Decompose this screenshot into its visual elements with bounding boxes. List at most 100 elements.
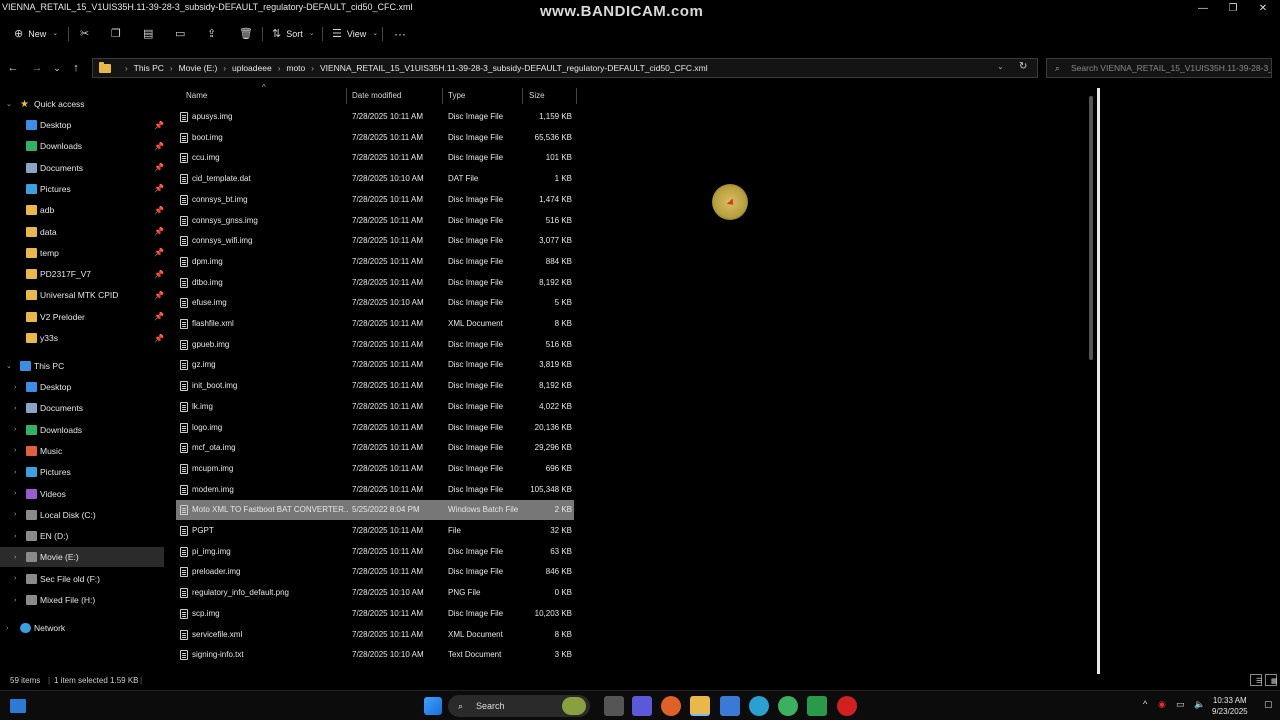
network-tray-icon[interactable]: ▭ xyxy=(1176,699,1185,710)
table-row[interactable]: boot.img 7/28/2025 10:11 AM Disc Image Fil… xyxy=(176,128,574,148)
sidebar-item-pc-0[interactable]: › Desktop xyxy=(0,377,164,397)
view-button[interactable]: ☰ View ⌄ xyxy=(332,25,378,43)
table-row[interactable]: Moto XML TO Fastboot BAT CONVERTER.... 5/… xyxy=(176,500,574,521)
clock[interactable]: 10:33 AM 9/23/2025 xyxy=(1212,695,1248,717)
sidebar-item-qa-0[interactable]: Desktop 📌 xyxy=(0,115,164,135)
chevron-right-icon[interactable]: › xyxy=(14,426,16,433)
table-row[interactable]: connsys_bt.img 7/28/2025 10:11 AM Disc Ima… xyxy=(176,190,574,210)
app-icon[interactable] xyxy=(807,696,827,716)
sidebar-item-pc-1[interactable]: › Documents xyxy=(0,398,164,418)
pin-icon[interactable]: 📌 xyxy=(154,142,164,151)
chevron-down-icon[interactable]: ⌄ xyxy=(6,362,12,370)
column-header-name[interactable]: Name xyxy=(186,86,207,106)
table-row[interactable]: gz.img 7/28/2025 10:11 AM Disc Image File 3… xyxy=(176,355,574,375)
table-row[interactable]: scp.img 7/28/2025 10:11 AM Disc Image File… xyxy=(176,604,574,624)
taskbar-search[interactable]: ⌕ Search xyxy=(448,695,590,717)
pin-icon[interactable]: 📌 xyxy=(154,121,164,130)
sidebar-item-qa-3[interactable]: Pictures 📌 xyxy=(0,179,164,199)
chevron-right-icon[interactable]: › xyxy=(14,447,16,454)
sidebar-item-pc-2[interactable]: › Downloads xyxy=(0,420,164,440)
sidebar-item-qa-9[interactable]: V2 Preloder 📌 xyxy=(0,307,164,327)
breadcrumb-uploadeee[interactable]: uploadeee xyxy=(232,63,272,73)
cut-button[interactable]: ✂ xyxy=(80,25,94,43)
details-view-button[interactable]: ☰ xyxy=(1250,674,1262,686)
pin-icon[interactable]: 📌 xyxy=(154,163,164,172)
sidebar-item-pc-4[interactable]: › Pictures xyxy=(0,462,164,482)
pin-icon[interactable]: 📌 xyxy=(154,270,164,279)
minimize-button[interactable]: — xyxy=(1188,2,1218,16)
windows-start-icon[interactable] xyxy=(424,697,442,715)
table-row[interactable]: connsys_wifi.img 7/28/2025 10:11 AM Disc I… xyxy=(176,231,574,251)
pin-icon[interactable]: 📌 xyxy=(154,184,164,193)
chevron-right-icon[interactable]: › xyxy=(14,533,16,540)
chevron-right-icon[interactable]: › xyxy=(14,384,16,391)
column-divider[interactable] xyxy=(442,88,443,104)
back-button[interactable]: ← xyxy=(4,59,22,77)
breadcrumb-this-pc[interactable]: This PC xyxy=(134,63,164,73)
nav-quick-access[interactable]: ⌄ ★ Quick access xyxy=(0,94,164,114)
share-button[interactable]: ⇪ xyxy=(207,25,221,43)
sidebar-item-qa-4[interactable]: adb 📌 xyxy=(0,200,164,220)
column-divider[interactable] xyxy=(346,88,347,104)
sidebar-item-pc-10[interactable]: › Mixed File (H:) xyxy=(0,590,164,610)
sidebar-item-pc-6[interactable]: › Local Disk (C:) xyxy=(0,505,164,525)
widgets-icon[interactable] xyxy=(10,699,26,713)
sidebar-item-pc-3[interactable]: › Music xyxy=(0,441,164,461)
breadcrumb-moto[interactable]: moto xyxy=(286,63,305,73)
column-header-date-modified[interactable]: Date modified xyxy=(352,86,401,106)
sidebar-item-qa-8[interactable]: Universal MTK CPID 📌 xyxy=(0,285,164,305)
tiles-view-button[interactable]: ▦ xyxy=(1265,674,1278,686)
table-row[interactable]: regulatory_info_default.png 7/28/2025 10:… xyxy=(176,583,574,603)
chevron-up-icon[interactable]: ^ xyxy=(1143,699,1147,709)
up-button[interactable]: ↑ xyxy=(67,59,85,77)
sidebar-item-qa-2[interactable]: Documents 📌 xyxy=(0,158,164,178)
chevron-right-icon[interactable]: › xyxy=(14,575,16,582)
volume-icon[interactable]: 🔈 xyxy=(1194,699,1205,710)
table-row[interactable]: servicefile.xml 7/28/2025 10:11 AM XML Doc… xyxy=(176,625,574,645)
delete-button[interactable]: 🗑 xyxy=(239,25,258,43)
sidebar-item-pc-5[interactable]: › Videos xyxy=(0,484,164,504)
table-row[interactable]: PGPT 7/28/2025 10:11 AM File 32 KB xyxy=(176,521,574,541)
nav-this-pc[interactable]: ⌄ This PC xyxy=(0,356,164,376)
preview-pane-divider[interactable] xyxy=(1097,88,1100,674)
breadcrumb-current-folder[interactable]: VIENNA_RETAIL_15_V1UIS35H.11-39-28-3_sub… xyxy=(320,63,708,73)
table-row[interactable]: cid_template.dat 7/28/2025 10:10 AM DAT Fi… xyxy=(176,169,574,189)
pin-icon[interactable]: 📌 xyxy=(154,227,164,236)
table-row[interactable]: apusys.img 7/28/2025 10:11 AM Disc Image F… xyxy=(176,107,574,127)
chevron-right-icon[interactable]: › xyxy=(14,405,16,412)
file-explorer-icon[interactable] xyxy=(690,696,710,716)
chevron-down-icon[interactable]: ⌄ xyxy=(6,100,12,108)
table-row[interactable]: efuse.img 7/28/2025 10:10 AM Disc Image Fi… xyxy=(176,293,574,313)
sidebar-item-qa-1[interactable]: Downloads 📌 xyxy=(0,136,164,156)
sidebar-item-qa-6[interactable]: temp 📌 xyxy=(0,243,164,263)
chevron-right-icon[interactable]: › xyxy=(14,511,16,518)
sidebar-item-qa-5[interactable]: data 📌 xyxy=(0,222,164,242)
table-row[interactable]: ccu.img 7/28/2025 10:11 AM Disc Image File… xyxy=(176,148,574,168)
vertical-scrollbar[interactable] xyxy=(1089,96,1093,360)
table-row[interactable]: flashfile.xml 7/28/2025 10:11 AM XML Docum… xyxy=(176,314,574,334)
address-dropdown-icon[interactable]: ⌄ xyxy=(997,62,1004,71)
sidebar-item-pc-7[interactable]: › EN (D:) xyxy=(0,526,164,546)
column-header-type[interactable]: Type xyxy=(448,86,465,106)
table-row[interactable]: modem.img 7/28/2025 10:11 AM Disc Image Fi… xyxy=(176,480,574,500)
rename-button[interactable]: ▭ xyxy=(175,25,190,43)
notifications-icon[interactable]: ▢ xyxy=(1264,699,1273,710)
sidebar-item-pc-9[interactable]: › Sec File old (F:) xyxy=(0,569,164,589)
teams-icon[interactable] xyxy=(632,696,652,716)
table-row[interactable]: lk.img 7/28/2025 10:11 AM Disc Image File 4… xyxy=(176,397,574,417)
sidebar-item-pc-8[interactable]: › Movie (E:) xyxy=(0,547,164,568)
recent-locations-button[interactable]: ⌄ xyxy=(48,59,66,77)
pin-icon[interactable]: 📌 xyxy=(154,291,164,300)
task-view-icon[interactable] xyxy=(604,696,624,716)
maximize-button[interactable]: ❐ xyxy=(1218,2,1248,16)
sidebar-item-qa-10[interactable]: y33s 📌 xyxy=(0,328,164,348)
pin-icon[interactable]: 📌 xyxy=(154,312,164,321)
table-row[interactable]: init_boot.img 7/28/2025 10:11 AM Disc Imag… xyxy=(176,376,574,396)
forward-button[interactable]: → xyxy=(28,59,46,77)
microsoft-store-icon[interactable] xyxy=(720,696,740,716)
table-row[interactable]: gpueb.img 7/28/2025 10:11 AM Disc Image Fi… xyxy=(176,335,574,355)
copy-button[interactable]: ❐ xyxy=(111,25,126,43)
close-button[interactable]: ✕ xyxy=(1248,2,1278,16)
bandicam-icon[interactable] xyxy=(837,696,857,716)
table-row[interactable]: dpm.img 7/28/2025 10:11 AM Disc Image File… xyxy=(176,252,574,272)
